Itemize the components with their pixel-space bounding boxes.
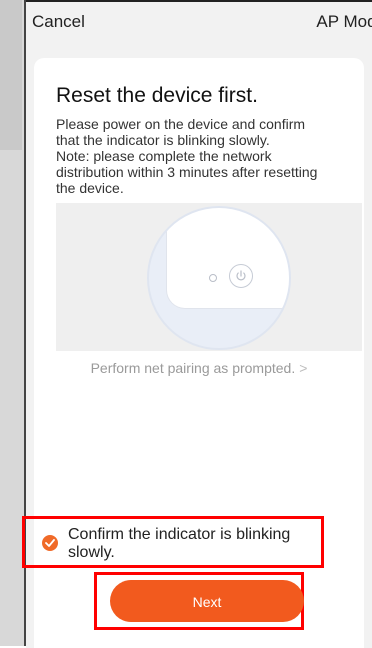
instruction-line: the device. (56, 180, 124, 196)
instruction-line: that the indicator is blinking slowly. (56, 132, 270, 148)
net-pairing-link[interactable]: Perform net pairing as prompted. > (34, 360, 364, 376)
next-button[interactable]: Next (110, 580, 304, 622)
instruction-line: Please power on the device and confirm (56, 116, 306, 132)
net-pairing-link-label: Perform net pairing as prompted. (90, 360, 296, 376)
app-frame: Cancel AP Mode Reset the device first. P… (0, 0, 372, 648)
cancel-button[interactable]: Cancel (32, 12, 85, 32)
instruction-line: Note: please complete the network (56, 148, 272, 164)
instruction-line: distribution within 3 minutes after rese… (56, 164, 318, 180)
page-title: Reset the device first. (56, 84, 258, 107)
confirm-label[interactable]: Confirm the indicator is blinking slowly… (68, 526, 334, 562)
checkmark-icon[interactable] (42, 535, 58, 551)
device-body (167, 208, 289, 308)
indicator-led-icon (209, 274, 217, 282)
navigation-bar: Cancel AP Mode (26, 2, 372, 46)
mode-title[interactable]: AP Mode (316, 12, 372, 32)
power-icon (229, 264, 253, 288)
instruction-text: Please power on the device and confirm t… (56, 116, 356, 196)
device-circle (147, 206, 291, 350)
chevron-right-icon: > (299, 360, 308, 376)
left-gutter-block (0, 0, 22, 150)
confirm-checkbox-row[interactable]: Confirm the indicator is blinking slowly… (32, 524, 332, 564)
device-illustration (56, 203, 362, 351)
